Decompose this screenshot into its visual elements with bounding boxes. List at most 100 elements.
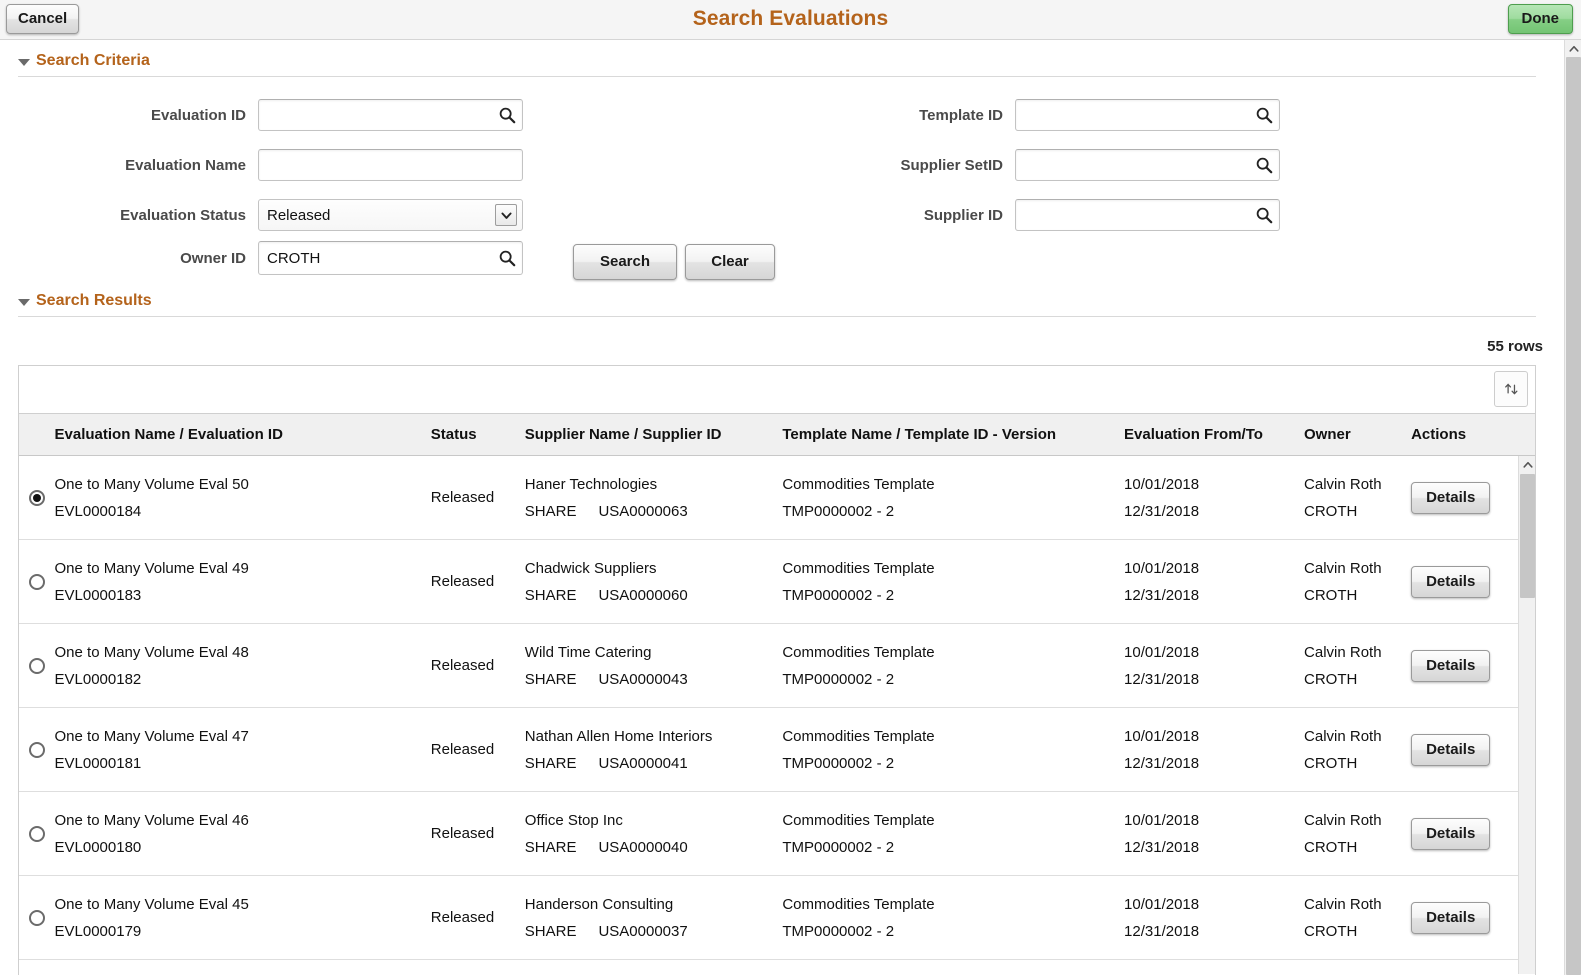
done-button[interactable]: Done bbox=[1507, 4, 1573, 34]
row-radio-button[interactable] bbox=[28, 741, 45, 758]
owner-name: Calvin Roth bbox=[1304, 811, 1382, 829]
supplier-id: USA0000041 bbox=[598, 754, 688, 772]
cell-actions: Details bbox=[1411, 792, 1535, 875]
table-row[interactable]: One to Many Volume Eval 45 EVL0000179 Rele… bbox=[19, 876, 1535, 960]
lookup-search-icon[interactable] bbox=[498, 249, 516, 267]
grid-vertical-scrollbar[interactable] bbox=[1518, 456, 1535, 974]
details-button[interactable]: Details bbox=[1411, 817, 1491, 850]
supplier-name: Nathan Allen Home Interiors bbox=[524, 727, 713, 745]
table-row[interactable]: One to Many Volume Eval 47 EVL0000181 Rele… bbox=[19, 708, 1535, 792]
evaluation-status-value: Released bbox=[267, 206, 331, 224]
page-scroll-thumb[interactable] bbox=[1566, 57, 1581, 975]
grid-scroll-thumb[interactable] bbox=[1520, 474, 1535, 598]
row-select-cell[interactable] bbox=[19, 456, 55, 539]
template-id-version: TMP0000002 - 2 bbox=[782, 754, 895, 772]
cell-supplier: Wild Time Catering SHARE USA0000043 bbox=[525, 624, 783, 707]
details-button[interactable]: Details bbox=[1411, 901, 1491, 934]
page-vertical-scrollbar[interactable] bbox=[1564, 40, 1581, 975]
cell-owner: Calvin Roth CROTH bbox=[1304, 540, 1411, 623]
cell-status: Released bbox=[431, 792, 525, 875]
supplier-id-input-wrap[interactable] bbox=[1015, 199, 1280, 231]
date-from: 10/01/2018 bbox=[1124, 895, 1200, 913]
row-radio-button[interactable] bbox=[28, 489, 45, 506]
table-row[interactable]: One to Many Volume Eval 50 EVL0000184 Rele… bbox=[19, 456, 1535, 540]
row-radio-button[interactable] bbox=[28, 825, 45, 842]
owner-id-input[interactable] bbox=[259, 242, 522, 274]
header-evaluation-name[interactable]: Evaluation Name / Evaluation ID bbox=[55, 426, 431, 443]
search-button[interactable]: Search bbox=[573, 244, 677, 280]
row-select-cell[interactable] bbox=[19, 876, 55, 959]
row-select-cell[interactable] bbox=[19, 708, 55, 791]
grid-toolbar bbox=[19, 366, 1535, 414]
rows-count-label: 55 rows bbox=[1487, 338, 1543, 355]
template-id-input-wrap[interactable] bbox=[1015, 99, 1280, 131]
supplier-setid: SHARE bbox=[524, 838, 577, 856]
row-select-cell[interactable] bbox=[19, 540, 55, 623]
search-evaluations-page: Cancel Search Evaluations Done Search Cr… bbox=[0, 0, 1581, 975]
page-header: Cancel Search Evaluations Done bbox=[0, 0, 1581, 40]
evaluation-id-input-wrap[interactable] bbox=[258, 99, 523, 131]
chevron-down-icon[interactable] bbox=[495, 204, 517, 226]
search-results-header[interactable]: Search Results bbox=[0, 292, 1546, 316]
chevron-down-icon[interactable] bbox=[18, 299, 30, 306]
cell-status: Released bbox=[431, 876, 525, 959]
date-from: 10/01/2018 bbox=[1124, 559, 1200, 577]
details-button[interactable]: Details bbox=[1411, 481, 1491, 514]
details-button[interactable]: Details bbox=[1411, 649, 1491, 682]
owner-name: Calvin Roth bbox=[1304, 895, 1382, 913]
template-id-input[interactable] bbox=[1016, 100, 1279, 130]
row-select-cell[interactable] bbox=[19, 792, 55, 875]
supplier-setid-input-wrap[interactable] bbox=[1015, 149, 1280, 181]
row-select-cell[interactable] bbox=[19, 624, 55, 707]
cell-evaluation-dates: 10/01/2018 12/31/2018 bbox=[1124, 456, 1304, 539]
search-criteria-header[interactable]: Search Criteria bbox=[0, 40, 1546, 76]
evaluation-name-input[interactable] bbox=[259, 150, 522, 180]
supplier-name: Wild Time Catering bbox=[524, 643, 652, 661]
table-row[interactable]: One to Many Volume Eval 46 EVL0000180 Rele… bbox=[19, 792, 1535, 876]
evaluation-name-input-wrap[interactable] bbox=[258, 149, 523, 181]
field-evaluation-id: Evaluation ID bbox=[0, 99, 535, 131]
table-row[interactable]: One to Many Volume Eval 48 EVL0000182 Rele… bbox=[19, 624, 1535, 708]
details-button[interactable]: Details bbox=[1411, 733, 1491, 766]
owner-name: Calvin Roth bbox=[1304, 475, 1382, 493]
cell-supplier: Haner Technologies SHARE USA0000063 bbox=[525, 456, 783, 539]
header-evaluation-dates[interactable]: Evaluation From/To bbox=[1124, 426, 1304, 443]
header-status[interactable]: Status bbox=[431, 426, 525, 443]
row-radio-button[interactable] bbox=[28, 909, 45, 926]
row-radio-button[interactable] bbox=[28, 573, 45, 590]
lookup-search-icon[interactable] bbox=[1255, 206, 1273, 224]
cell-owner: Calvin Roth CROTH bbox=[1304, 792, 1411, 875]
evaluation-id: EVL0000179 bbox=[54, 922, 142, 940]
lookup-search-icon[interactable] bbox=[498, 106, 516, 124]
sort-updown-icon[interactable] bbox=[1494, 371, 1528, 407]
chevron-down-icon[interactable] bbox=[18, 59, 30, 66]
evaluation-id-input[interactable] bbox=[259, 100, 522, 130]
supplier-name: Handerson Consulting bbox=[524, 895, 674, 913]
evaluation-id: EVL0000180 bbox=[54, 838, 142, 856]
lookup-search-icon[interactable] bbox=[1255, 156, 1273, 174]
header-owner[interactable]: Owner bbox=[1304, 426, 1411, 443]
lookup-search-icon[interactable] bbox=[1255, 106, 1273, 124]
page-title: Search Evaluations bbox=[692, 7, 889, 30]
template-name: Commodities Template bbox=[782, 559, 935, 577]
cell-status: Released bbox=[431, 540, 525, 623]
date-to: 12/31/2018 bbox=[1124, 502, 1200, 520]
clear-button[interactable]: Clear bbox=[685, 244, 775, 280]
owner-id-input-wrap[interactable] bbox=[258, 241, 523, 275]
evaluation-status-select[interactable]: Released bbox=[258, 199, 523, 231]
scroll-up-icon[interactable] bbox=[1565, 40, 1581, 57]
supplier-id-input[interactable] bbox=[1016, 200, 1279, 230]
row-radio-button[interactable] bbox=[28, 657, 45, 674]
owner-id-label: Owner ID bbox=[180, 249, 246, 267]
scroll-up-icon[interactable] bbox=[1519, 456, 1535, 473]
table-row[interactable]: One to Many Volume Eval 49 EVL0000183 Rele… bbox=[19, 540, 1535, 624]
evaluation-name: One to Many Volume Eval 48 bbox=[54, 643, 249, 661]
status-value: Released bbox=[430, 573, 495, 590]
supplier-id: USA0000060 bbox=[598, 586, 688, 604]
date-from: 10/01/2018 bbox=[1124, 643, 1200, 661]
header-supplier[interactable]: Supplier Name / Supplier ID bbox=[525, 426, 783, 443]
supplier-setid-input[interactable] bbox=[1016, 150, 1279, 180]
date-to: 12/31/2018 bbox=[1124, 670, 1200, 688]
header-template[interactable]: Template Name / Template ID - Version bbox=[782, 426, 1124, 443]
details-button[interactable]: Details bbox=[1411, 565, 1491, 598]
